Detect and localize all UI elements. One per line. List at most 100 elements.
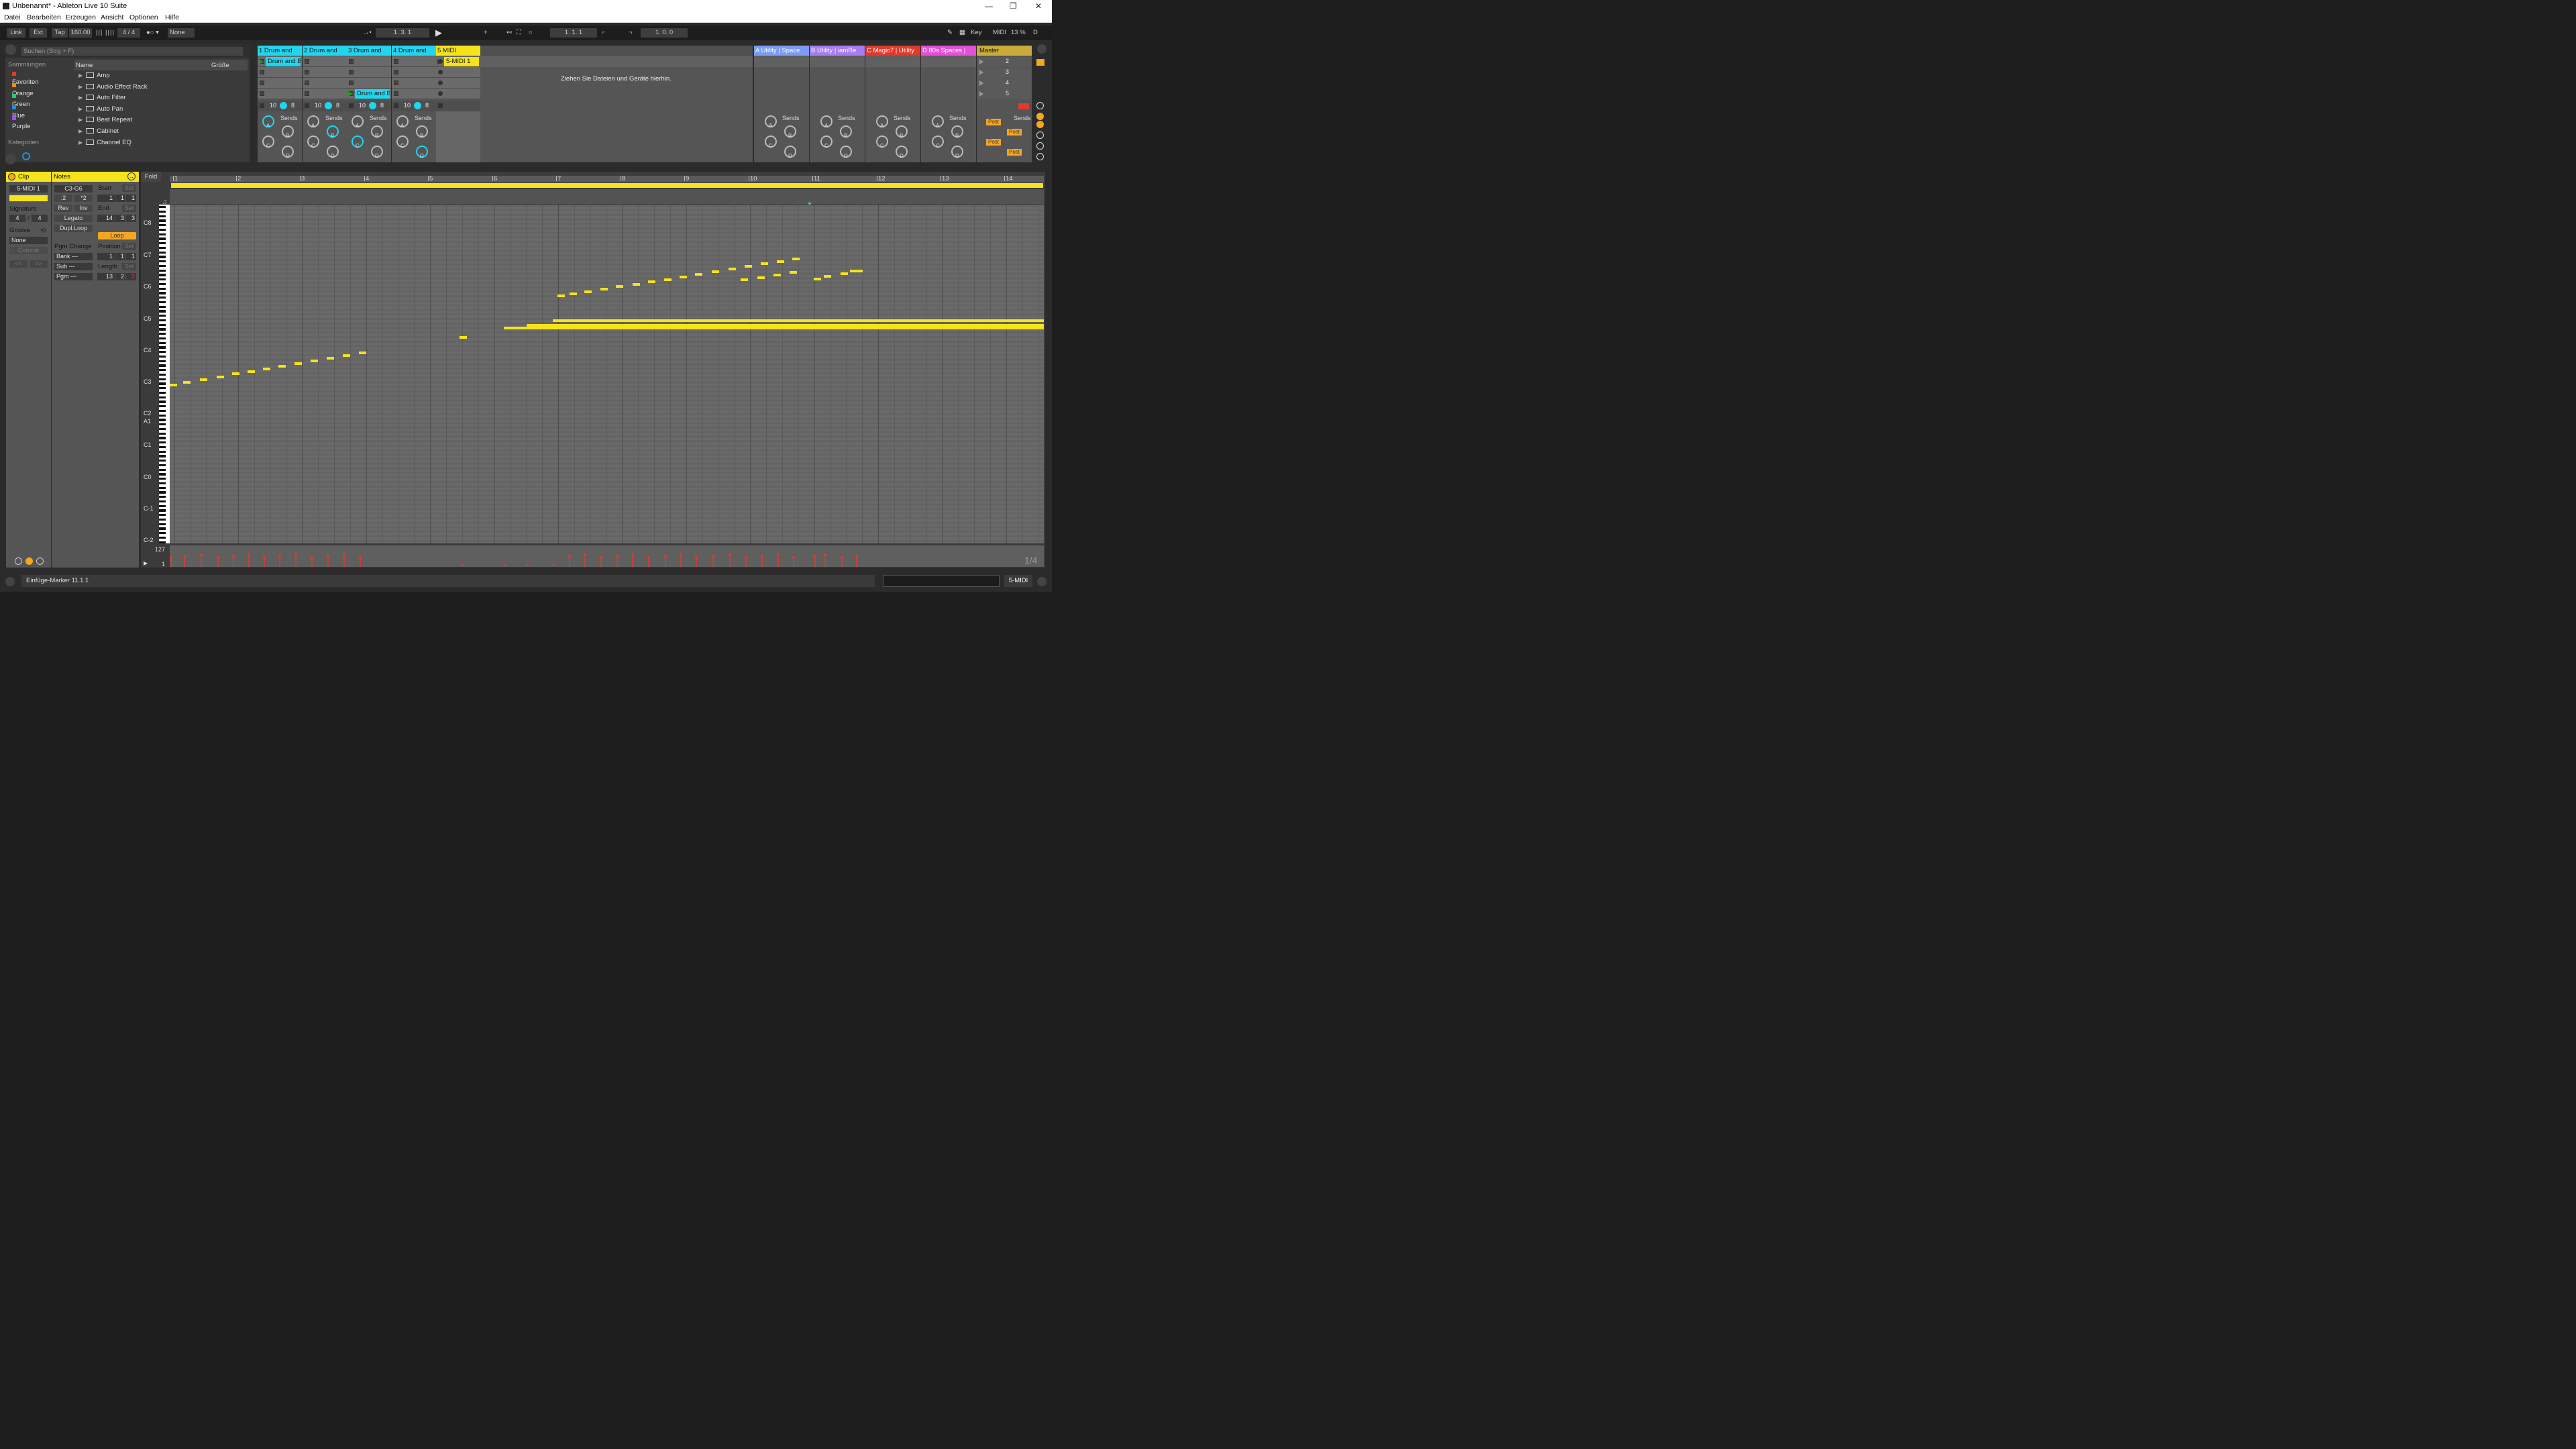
stop-slot-icon[interactable] [349, 80, 354, 85]
velocity-handle[interactable] [200, 553, 203, 556]
piano-keyboard[interactable] [159, 205, 170, 543]
pan-value[interactable]: 8 [336, 102, 339, 109]
browser-item[interactable]: ▶ Cabinet [76, 126, 247, 137]
mixer-toggle-icon[interactable] [1036, 59, 1044, 66]
track-stop-icon[interactable] [438, 103, 443, 108]
length-beat[interactable]: 2 [115, 273, 125, 280]
menu-ansicht[interactable]: Ansicht [101, 13, 123, 21]
pan-value[interactable]: 8 [425, 102, 429, 109]
clip[interactable]: Drum and B [266, 57, 301, 66]
play-icon[interactable]: ▶ [435, 28, 442, 38]
volume-value[interactable]: 10 [359, 102, 366, 109]
length-set-button[interactable]: Set [122, 263, 136, 270]
clip-slot[interactable] [347, 56, 391, 67]
velocity-handle[interactable] [553, 564, 555, 566]
returns-toggle-icon[interactable] [1036, 121, 1044, 128]
clip-slot[interactable] [347, 78, 391, 89]
expand-arrow-icon[interactable]: ▶ [78, 117, 83, 123]
position-sixteenth[interactable]: 1 [126, 253, 136, 260]
search-input[interactable]: Suchen (Strg + F) [21, 47, 243, 56]
midi-note[interactable] [757, 276, 765, 279]
velocity-handle[interactable] [527, 564, 529, 566]
midi-note[interactable] [327, 357, 334, 360]
clip-slot[interactable]: Drum and B [347, 89, 391, 99]
volume-value[interactable]: 10 [315, 102, 321, 109]
midi-note[interactable] [248, 370, 255, 373]
add-folder-icon[interactable] [22, 152, 30, 160]
post-button[interactable]: Post [1007, 129, 1022, 136]
loop-length-field[interactable]: 1. 0. 0 [641, 28, 688, 38]
stop-slot-icon[interactable] [305, 80, 309, 85]
velocity-handle[interactable] [631, 553, 634, 556]
stop-slot-icon[interactable] [260, 80, 264, 85]
midi-note[interactable] [263, 368, 270, 370]
clip-slot[interactable] [436, 67, 480, 78]
velocity-handle[interactable] [841, 556, 843, 559]
clip-slot[interactable] [258, 89, 302, 99]
return-title[interactable]: D 80s Spaces | [921, 46, 976, 56]
stop-slot-icon[interactable] [394, 70, 398, 74]
volume-value[interactable]: 10 [404, 102, 411, 109]
midi-note[interactable] [232, 372, 239, 375]
midi-note[interactable] [648, 280, 655, 283]
clip-slot[interactable] [392, 89, 436, 99]
end-set-button[interactable]: Set [122, 205, 136, 212]
velocity-handle[interactable] [183, 555, 186, 557]
expand-arrow-icon[interactable]: ▶ [78, 128, 83, 134]
launch-box-icon[interactable] [15, 557, 22, 565]
scene-5[interactable]: 5 [977, 89, 1032, 99]
record-slot-icon[interactable] [438, 70, 443, 74]
crossfader-icon[interactable] [1036, 153, 1044, 160]
midi-note[interactable] [841, 272, 848, 275]
scrub-area[interactable] [170, 189, 1044, 204]
minimize-icon[interactable]: — [985, 1, 993, 11]
track-stop-icon[interactable] [394, 103, 398, 108]
midi-note[interactable] [504, 327, 1044, 329]
end-beat[interactable]: 3 [115, 215, 125, 222]
end-sixteenth[interactable]: 3 [126, 215, 136, 222]
clip-slot[interactable]: Drum and B [258, 56, 302, 67]
master-title[interactable]: Master [977, 46, 1032, 56]
midi-note[interactable] [712, 270, 719, 273]
midi-note[interactable] [527, 324, 1044, 327]
menu-hilfe[interactable]: Hilfe [165, 13, 179, 21]
clip-play-icon[interactable] [348, 91, 353, 97]
velocity-handle[interactable] [792, 556, 795, 559]
notes-box-icon[interactable] [25, 557, 33, 565]
velocity-handle[interactable] [504, 564, 506, 566]
column-size[interactable]: Größe [211, 62, 229, 69]
midi-note[interactable] [790, 271, 797, 274]
velocity-handle[interactable] [680, 553, 682, 556]
velocity-handle[interactable] [814, 555, 816, 557]
loop-button[interactable]: Loop [98, 232, 136, 239]
stop-all-clips-icon[interactable] [1018, 103, 1029, 109]
column-name[interactable]: Name [76, 62, 93, 69]
menu-optionen[interactable]: Optionen [129, 13, 158, 21]
midi-note[interactable] [814, 278, 821, 280]
midi-note[interactable] [557, 294, 565, 297]
stop-slot-icon[interactable] [349, 59, 354, 64]
loop-start-field[interactable]: 1. 1. 1 [550, 28, 597, 38]
stop-slot-icon[interactable] [394, 59, 398, 64]
midi-note[interactable] [680, 276, 687, 278]
maximize-icon[interactable]: ❐ [1010, 1, 1017, 11]
velocity-handle[interactable] [600, 556, 602, 559]
key-map-button[interactable]: Key [971, 28, 981, 38]
arrangement-position[interactable]: 1. 3. 1 [376, 28, 429, 38]
clip-play-icon[interactable] [259, 59, 264, 64]
midi-note[interactable] [633, 283, 640, 286]
tempo-field[interactable]: 160.00 [69, 28, 92, 38]
note-grid[interactable] [170, 205, 1044, 543]
velocity-handle[interactable] [359, 556, 362, 559]
clip-slot[interactable] [303, 78, 347, 89]
return-title[interactable]: C Magic7 | Utility [865, 46, 920, 56]
ext-button[interactable]: Ext [30, 28, 47, 38]
invert-button[interactable]: Inv [74, 205, 93, 212]
clip-name-field[interactable]: 5-MIDI 1 [9, 185, 48, 193]
track-title[interactable]: 3 Drum and [347, 46, 391, 56]
pgm-field[interactable]: Pgm --- [54, 273, 93, 280]
velocity-lane[interactable] [170, 545, 1044, 567]
record-slot-icon[interactable] [438, 91, 443, 96]
clip-slot[interactable] [258, 67, 302, 78]
envelopes-box-icon[interactable] [36, 557, 44, 565]
